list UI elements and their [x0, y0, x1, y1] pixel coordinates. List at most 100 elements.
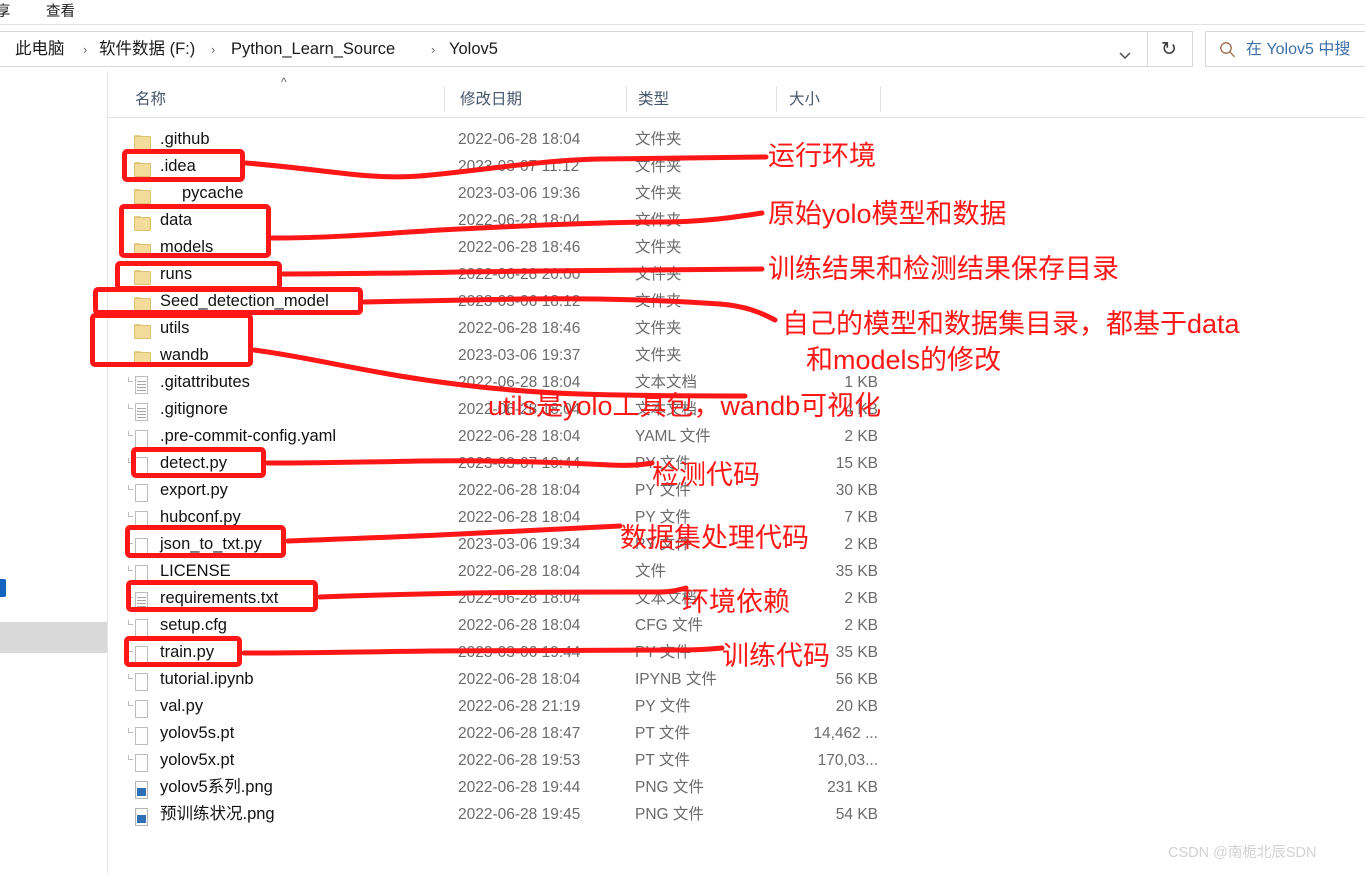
file-row[interactable]: yolov5x.pt 2022-06-28 19:53 PT 文件 170,03...: [108, 747, 1365, 774]
breadcrumb-item-0[interactable]: 此电脑: [15, 38, 65, 61]
file-row[interactable]: .gitignore 2022-06-28 18:04 文本文档 4 KB: [108, 396, 1365, 423]
file-row[interactable]: hubconf.py 2022-06-28 18:04 PY 文件 7 KB: [108, 504, 1365, 531]
file-row[interactable]: .idea 2023-03-07 11:12 文件夹: [108, 153, 1365, 180]
file-row[interactable]: wandb 2023-03-06 19:37 文件夹: [108, 342, 1365, 369]
file-row[interactable]: .gitattributes 2022-06-28 18:04 文本文档 1 KB: [108, 369, 1365, 396]
file-name[interactable]: export.py: [160, 478, 228, 502]
file-icon: [128, 670, 152, 691]
file-name[interactable]: LICENSE: [160, 559, 231, 583]
file-name[interactable]: wandb: [160, 343, 209, 367]
navigation-pane[interactable]: [0, 71, 108, 873]
file-row[interactable]: models 2022-06-28 18:46 文件夹: [108, 234, 1365, 261]
nav-selected-item[interactable]: [0, 622, 107, 653]
file-date: 2022-06-28 18:46: [458, 239, 581, 256]
file-name[interactable]: hubconf.py: [160, 505, 241, 529]
chevron-down-icon[interactable]: [1117, 47, 1133, 63]
nav-indicator: [0, 579, 6, 597]
file-name[interactable]: val.py: [160, 694, 203, 718]
file-size: 35 KB: [835, 563, 878, 580]
file-type: 文件夹: [635, 185, 682, 202]
file-name[interactable]: .gitattributes: [160, 370, 250, 394]
column-divider[interactable]: [776, 86, 777, 112]
folder-icon: [134, 319, 152, 339]
column-divider[interactable]: [626, 86, 627, 112]
file-list[interactable]: .github 2022-06-28 18:04 文件夹 .idea 2023-03-0…: [108, 126, 1365, 846]
file-date: 2022-06-28 18:04: [458, 509, 581, 526]
file-row[interactable]: train.py 2023-03-06 19:44 PY 文件 35 KB: [108, 639, 1365, 666]
file-row[interactable]: setup.cfg 2022-06-28 18:04 CFG 文件 2 KB: [108, 612, 1365, 639]
file-icon: [128, 535, 152, 556]
search-input[interactable]: 在 Yolov5 中搜: [1205, 31, 1365, 67]
breadcrumb-item-3[interactable]: Yolov5: [449, 38, 498, 61]
file-name[interactable]: utils: [160, 316, 189, 340]
watermark: CSDN @南栀北辰SDN: [1168, 845, 1317, 861]
file-name[interactable]: yolov5s.pt: [160, 721, 234, 745]
folder-icon: [134, 292, 152, 312]
menu-item-share[interactable]: 享: [0, 2, 11, 23]
file-name[interactable]: yolov5系列.png: [160, 775, 273, 799]
column-header-size[interactable]: 大小: [789, 89, 820, 110]
file-row[interactable]: tutorial.ipynb 2022-06-28 18:04 IPYNB 文件 56…: [108, 666, 1365, 693]
file-row[interactable]: val.py 2022-06-28 21:19 PY 文件 20 KB: [108, 693, 1365, 720]
file-row[interactable]: detect.py 2023-03-07 10:44 PY 文件 15 KB: [108, 450, 1365, 477]
file-row[interactable]: runs 2022-06-28 20:00 文件夹: [108, 261, 1365, 288]
file-size: 56 KB: [835, 671, 878, 688]
file-type: 文件夹: [635, 320, 682, 337]
text-file-icon: [128, 589, 152, 610]
file-row[interactable]: yolov5系列.png 2022-06-28 19:44 PNG 文件 231 KB: [108, 774, 1365, 801]
file-name[interactable]: tutorial.ipynb: [160, 667, 254, 691]
file-row[interactable]: LICENSE 2022-06-28 18:04 文件 35 KB: [108, 558, 1365, 585]
file-row[interactable]: pycache 2023-03-06 19:36 文件夹: [108, 180, 1365, 207]
file-row[interactable]: yolov5s.pt 2022-06-28 18:47 PT 文件 14,462 ..…: [108, 720, 1365, 747]
file-name[interactable]: pycache: [182, 181, 243, 205]
file-row[interactable]: utils 2022-06-28 18:46 文件夹: [108, 315, 1365, 342]
file-name[interactable]: yolov5x.pt: [160, 748, 234, 772]
file-name[interactable]: json_to_txt.py: [160, 532, 262, 556]
address-bar: 此电脑 › 软件数据 (F:) › Python_Learn_Source › …: [0, 26, 1365, 71]
search-icon: [1218, 40, 1238, 60]
file-name[interactable]: detect.py: [160, 451, 227, 475]
file-row[interactable]: requirements.txt 2022-06-28 18:04 文本文档 2 KB: [108, 585, 1365, 612]
file-size: 1 KB: [844, 374, 878, 391]
file-name[interactable]: data: [160, 208, 192, 232]
file-name[interactable]: .pre-commit-config.yaml: [160, 424, 336, 448]
file-name[interactable]: requirements.txt: [160, 586, 278, 610]
file-size: 7 KB: [844, 509, 878, 526]
file-icon: [128, 562, 152, 583]
file-name[interactable]: train.py: [160, 640, 214, 664]
file-name[interactable]: Seed_detection_model: [160, 289, 329, 313]
file-type: 文件夹: [635, 212, 682, 229]
file-name[interactable]: setup.cfg: [160, 613, 227, 637]
column-divider[interactable]: [880, 86, 881, 112]
image-file-icon: [134, 805, 152, 826]
file-row[interactable]: .pre-commit-config.yaml 2022-06-28 18:04 Y…: [108, 423, 1365, 450]
file-row[interactable]: 预训练状况.png 2022-06-28 19:45 PNG 文件 54 KB: [108, 801, 1365, 828]
file-name[interactable]: .github: [160, 127, 210, 151]
file-type: PY 文件: [635, 698, 691, 715]
breadcrumb[interactable]: 此电脑 › 软件数据 (F:) › Python_Learn_Source › …: [0, 31, 1148, 67]
file-icon: [128, 427, 152, 448]
file-row[interactable]: json_to_txt.py 2023-03-06 19:34 PY 文件 2 KB: [108, 531, 1365, 558]
file-date: 2023-03-07 11:12: [458, 158, 580, 175]
column-divider[interactable]: [444, 86, 445, 112]
menu-item-view[interactable]: 查看: [46, 2, 75, 23]
sort-ascending-icon: ^: [281, 75, 287, 89]
file-row[interactable]: .github 2022-06-28 18:04 文件夹: [108, 126, 1365, 153]
breadcrumb-item-2[interactable]: Python_Learn_Source: [231, 38, 395, 61]
breadcrumb-item-1[interactable]: 软件数据 (F:): [99, 38, 195, 61]
file-row[interactable]: data 2022-06-28 18:04 文件夹: [108, 207, 1365, 234]
refresh-button[interactable]: ↻: [1148, 31, 1193, 67]
file-icon: [128, 454, 152, 475]
file-row[interactable]: export.py 2022-06-28 18:04 PY 文件 30 KB: [108, 477, 1365, 504]
file-type: PY 文件: [635, 482, 691, 499]
file-name[interactable]: 预训练状况.png: [160, 802, 275, 826]
file-name[interactable]: models: [160, 235, 213, 259]
file-name[interactable]: .gitignore: [160, 397, 228, 421]
file-row[interactable]: Seed_detection_model 2023-03-06 18:12 文件夹: [108, 288, 1365, 315]
column-header-name[interactable]: 名称: [135, 89, 166, 110]
column-header-type[interactable]: 类型: [638, 89, 669, 110]
file-type: 文件夹: [635, 239, 682, 256]
file-name[interactable]: .idea: [160, 154, 196, 178]
file-name[interactable]: runs: [160, 262, 192, 286]
column-header-date[interactable]: 修改日期: [460, 89, 522, 110]
